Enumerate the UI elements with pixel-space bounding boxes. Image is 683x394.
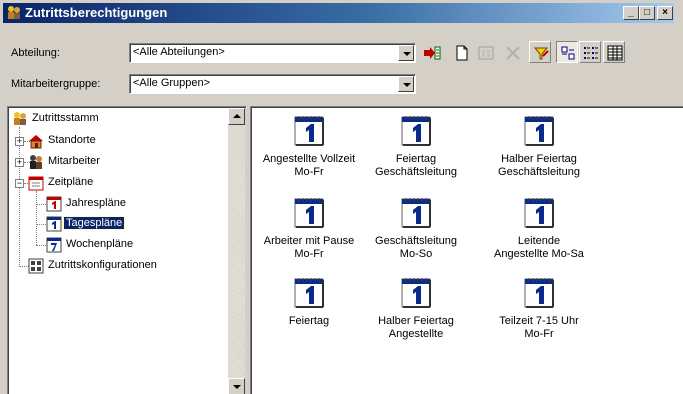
configuration-icon (28, 258, 44, 274)
schedule-item[interactable]: Angestellte Vollzeit Mo-Fr (254, 115, 364, 179)
day-calendar-icon (400, 277, 432, 309)
schedule-item-subtitle: Mo-Fr (524, 328, 554, 340)
details-view-icon (607, 45, 623, 61)
mitarbeitergruppe-select[interactable]: <Alle Gruppen> (129, 74, 416, 94)
close-button[interactable]: × (657, 6, 673, 20)
day-calendar-icon (293, 115, 325, 147)
schedule-icon (28, 176, 44, 191)
properties-icon (478, 46, 494, 60)
tree-pane[interactable]: Zutrittsstamm + Standorte + Mitarbeiter … (7, 106, 247, 394)
week-calendar-icon (46, 237, 62, 253)
properties-button[interactable] (474, 41, 496, 63)
people-key-icon (8, 6, 20, 19)
content-pane[interactable]: Angestellte Vollzeit Mo-Fr Feiertag Geschäf… (250, 106, 683, 394)
schedule-item-subtitle: Geschäftsleitung (498, 166, 580, 178)
minimize-button[interactable]: _ (623, 6, 639, 20)
mitarbeitergruppe-value: <Alle Gruppen> (133, 77, 211, 89)
schedule-item[interactable]: Leitende Angestellte Mo-Sa (484, 197, 594, 261)
close-icon: × (662, 7, 668, 18)
details-view-button[interactable] (603, 41, 625, 63)
new-button[interactable] (450, 41, 472, 63)
large-icons-view-icon (561, 46, 575, 60)
day-calendar-icon (523, 197, 555, 229)
schedule-item-title: Teilzeit 7-15 Uhr (499, 315, 579, 327)
list-view-icon (584, 47, 598, 59)
abteilung-label: Abteilung: (11, 47, 60, 59)
schedule-item[interactable]: Arbeiter mit Pause Mo-Fr (254, 197, 364, 261)
schedule-item[interactable]: Teilzeit 7-15 Uhr Mo-Fr (484, 277, 594, 341)
schedule-item-title: Halber Feiertag (501, 153, 577, 165)
day-calendar-icon (400, 197, 432, 229)
day-calendar-icon (400, 115, 432, 147)
scroll-up-button[interactable] (228, 108, 245, 125)
tree-connector (36, 224, 46, 225)
expand-standorte-button[interactable]: + (15, 137, 24, 146)
schedule-item-title: Feiertag (288, 315, 330, 327)
schedule-item-title: Feiertag (395, 153, 437, 165)
tree-item-label: Zeitpläne (48, 176, 94, 188)
title-bar[interactable]: Zutrittsberechtigungen _ □ × (3, 3, 674, 23)
day-calendar-icon (293, 277, 325, 309)
schedule-item-title: Angestellte Vollzeit (262, 153, 356, 165)
list-view-button[interactable] (579, 41, 601, 63)
tree-item-label: Zutrittsstamm (32, 112, 99, 124)
tree-item-label: Tagespläne (62, 216, 126, 230)
year-calendar-icon (46, 196, 62, 212)
schedule-item-subtitle: Mo-Fr (294, 166, 324, 178)
tree-connector (36, 204, 46, 205)
abteilung-dropdown-button[interactable] (398, 45, 414, 61)
transfer-button[interactable] (420, 41, 442, 63)
schedule-item-subtitle: Mo-Fr (294, 248, 324, 260)
mitarbeitergruppe-label: Mitarbeitergruppe: (11, 78, 101, 90)
schedule-item-subtitle: Geschäftsleitung (375, 166, 457, 178)
tree-connector (36, 191, 37, 245)
abteilung-select[interactable]: <Alle Abteilungen> (129, 43, 416, 63)
schedule-item[interactable]: Geschäftsleitung Mo-So (361, 197, 471, 261)
filter-button[interactable] (529, 41, 551, 63)
people-icon (30, 155, 42, 169)
maximize-icon: □ (643, 7, 651, 18)
tree-item-label: Standorte (48, 134, 96, 146)
schedule-item-title: Halber Feiertag (378, 315, 454, 327)
main-window: Zutrittsberechtigungen _ □ × Abteilung: … (0, 0, 683, 394)
tree-item-label: Zutrittskonfigurationen (48, 259, 157, 271)
house-icon (29, 135, 43, 149)
minimize-icon: _ (628, 7, 634, 18)
day-calendar-icon (523, 115, 555, 147)
delete-button[interactable] (501, 41, 523, 63)
schedule-item[interactable]: Feiertag Geschäftsleitung (361, 115, 471, 179)
tree-item-label: Wochenpläne (66, 238, 134, 250)
schedule-item[interactable]: Halber Feiertag Angestellte (361, 277, 471, 341)
people-key-icon (14, 112, 26, 125)
filter-icon (533, 47, 549, 60)
schedule-item[interactable]: Halber Feiertag Geschäftsleitung (484, 115, 594, 179)
schedule-item-subtitle: Angestellte Mo-Sa (494, 248, 584, 260)
transfer-icon (424, 46, 441, 60)
schedule-item[interactable]: Feiertag (254, 277, 364, 328)
maximize-button[interactable]: □ (639, 6, 655, 20)
tree-item-label: Jahrespläne (66, 197, 126, 209)
schedule-item-subtitle: Angestellte (388, 328, 444, 340)
schedule-item-subtitle: Mo-So (399, 248, 433, 260)
scroll-down-button[interactable] (228, 378, 245, 394)
abteilung-value: <Alle Abteilungen> (133, 46, 225, 58)
collapse-zeitplaene-button[interactable]: − (15, 179, 24, 188)
expand-mitarbeiter-button[interactable]: + (15, 158, 24, 167)
tree-connector (19, 127, 20, 267)
tree-connector (36, 245, 46, 246)
tree-item-label: Mitarbeiter (48, 155, 100, 167)
delete-icon (506, 46, 520, 60)
tree-scrollbar[interactable] (228, 108, 245, 394)
window-title: Zutrittsberechtigungen (25, 5, 168, 20)
day-calendar-icon (523, 277, 555, 309)
day-calendar-icon (46, 216, 62, 232)
schedule-item-title: Geschäftsleitung (375, 235, 457, 247)
schedule-item-title: Arbeiter mit Pause (263, 235, 355, 247)
mitarbeitergruppe-dropdown-button[interactable] (398, 76, 414, 92)
day-calendar-icon (293, 197, 325, 229)
schedule-item-title: Leitende (517, 235, 561, 247)
large-icons-view-button[interactable] (556, 41, 578, 63)
new-document-icon (456, 45, 468, 61)
